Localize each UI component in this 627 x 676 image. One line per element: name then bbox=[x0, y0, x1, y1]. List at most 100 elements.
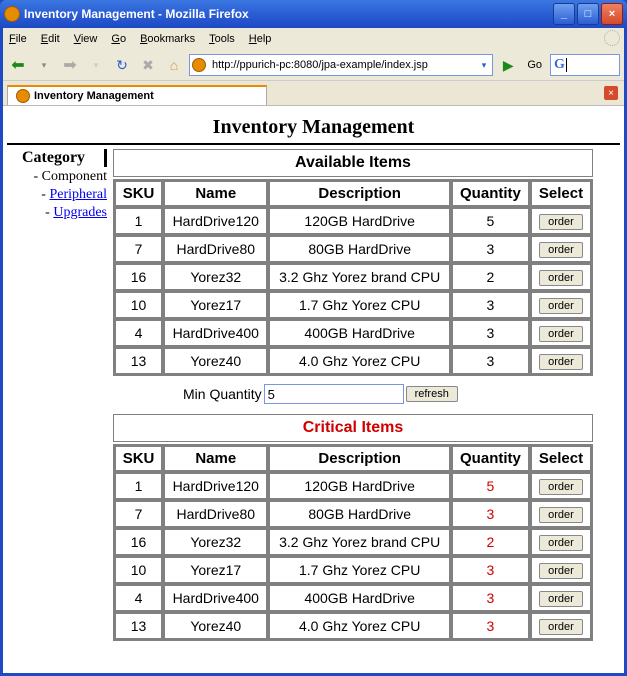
col-name: Name bbox=[164, 446, 267, 471]
maximize-button[interactable]: □ bbox=[577, 3, 599, 25]
order-button[interactable]: order bbox=[539, 214, 583, 230]
order-button[interactable]: order bbox=[539, 479, 583, 495]
stop-button[interactable]: ✖ bbox=[137, 54, 159, 76]
throbber-icon bbox=[604, 30, 620, 46]
cell-qty: 3 bbox=[452, 613, 529, 639]
menubar: File Edit View Go Bookmarks Tools Help bbox=[3, 28, 624, 50]
cell-name: Yorez32 bbox=[164, 264, 267, 290]
table-row: 4HardDrive400400GB HardDrive3order bbox=[115, 585, 591, 611]
url-dropdown[interactable]: ▾ bbox=[478, 60, 491, 71]
cell-select: order bbox=[531, 501, 591, 527]
col-desc: Description bbox=[269, 181, 449, 206]
critical-caption: Critical Items bbox=[113, 414, 593, 442]
available-caption: Available Items bbox=[113, 149, 593, 177]
firefox-icon bbox=[4, 6, 20, 22]
titlebar: Inventory Management - Mozilla Firefox _… bbox=[0, 0, 627, 28]
min-quantity-input[interactable] bbox=[264, 384, 404, 404]
menu-edit[interactable]: Edit bbox=[41, 33, 60, 45]
order-button[interactable]: order bbox=[539, 535, 583, 551]
back-button[interactable]: ⬅ bbox=[7, 54, 29, 76]
table-row: 10Yorez171.7 Ghz Yorez CPU3order bbox=[115, 557, 591, 583]
sidebar-item[interactable]: - Peripheral bbox=[7, 187, 107, 203]
tab-label: Inventory Management bbox=[34, 90, 154, 102]
go-label: Go bbox=[523, 59, 546, 71]
cell-name: HardDrive120 bbox=[164, 208, 267, 234]
table-row: 4HardDrive400400GB HardDrive3order bbox=[115, 320, 591, 346]
menu-help[interactable]: Help bbox=[249, 33, 272, 45]
category-heading: Category bbox=[7, 149, 100, 167]
tab-bar: Inventory Management × bbox=[3, 80, 624, 106]
page-icon bbox=[192, 58, 206, 72]
cell-select: order bbox=[531, 529, 591, 555]
cell-qty: 3 bbox=[452, 501, 529, 527]
reload-button[interactable]: ↻ bbox=[111, 54, 133, 76]
cell-select: order bbox=[531, 320, 591, 346]
order-button[interactable]: order bbox=[539, 591, 583, 607]
tab-close-button[interactable]: × bbox=[604, 86, 618, 100]
cell-name: HardDrive400 bbox=[164, 585, 267, 611]
sidebar-item-label[interactable]: Upgrades bbox=[53, 205, 107, 220]
cell-qty: 3 bbox=[452, 557, 529, 583]
cell-sku: 4 bbox=[115, 585, 162, 611]
order-button[interactable]: order bbox=[539, 326, 583, 342]
order-button[interactable]: order bbox=[539, 507, 583, 523]
cell-name: Yorez40 bbox=[164, 348, 267, 374]
menu-tools[interactable]: Tools bbox=[209, 33, 235, 45]
back-dropdown[interactable]: ▾ bbox=[33, 54, 55, 76]
url-input[interactable] bbox=[210, 58, 478, 72]
cell-desc: 3.2 Ghz Yorez brand CPU bbox=[269, 529, 449, 555]
cell-sku: 13 bbox=[115, 348, 162, 374]
close-button[interactable]: × bbox=[601, 3, 623, 25]
search-box[interactable]: G bbox=[550, 54, 620, 76]
cell-select: order bbox=[531, 236, 591, 262]
col-name: Name bbox=[164, 181, 267, 206]
cell-name: Yorez32 bbox=[164, 529, 267, 555]
tab-inventory-management[interactable]: Inventory Management bbox=[7, 85, 267, 105]
menu-view[interactable]: View bbox=[74, 33, 98, 45]
order-button[interactable]: order bbox=[539, 354, 583, 370]
cell-qty: 5 bbox=[452, 473, 529, 499]
minimize-button[interactable]: _ bbox=[553, 3, 575, 25]
go-button[interactable]: ▶ bbox=[497, 54, 519, 76]
order-button[interactable]: order bbox=[539, 298, 583, 314]
sidebar-item-label[interactable]: Peripheral bbox=[49, 187, 107, 202]
menu-file[interactable]: File bbox=[9, 33, 27, 45]
order-button[interactable]: order bbox=[539, 563, 583, 579]
home-button[interactable]: ⌂ bbox=[163, 54, 185, 76]
cell-name: HardDrive120 bbox=[164, 473, 267, 499]
cell-select: order bbox=[531, 613, 591, 639]
cell-desc: 4.0 Ghz Yorez CPU bbox=[269, 348, 449, 374]
cell-select: order bbox=[531, 348, 591, 374]
url-bar[interactable]: ▾ bbox=[189, 54, 493, 76]
sidebar-item[interactable]: - Upgrades bbox=[7, 205, 107, 221]
col-qty: Quantity bbox=[452, 181, 529, 206]
cell-sku: 7 bbox=[115, 236, 162, 262]
window-title: Inventory Management - Mozilla Firefox bbox=[24, 7, 249, 21]
cell-qty: 3 bbox=[452, 292, 529, 318]
category-sidebar: Category - Component- Peripheral- Upgrad… bbox=[7, 149, 107, 221]
page-title: Inventory Management bbox=[7, 110, 620, 141]
navbar: ⬅ ▾ ➡ ▾ ↻ ✖ ⌂ ▾ ▶ Go G bbox=[3, 50, 624, 80]
menu-bookmarks[interactable]: Bookmarks bbox=[140, 33, 195, 45]
order-button[interactable]: order bbox=[539, 242, 583, 258]
forward-dropdown[interactable]: ▾ bbox=[85, 54, 107, 76]
cell-sku: 10 bbox=[115, 557, 162, 583]
table-row: 13Yorez404.0 Ghz Yorez CPU3order bbox=[115, 613, 591, 639]
order-button[interactable]: order bbox=[539, 270, 583, 286]
google-icon: G bbox=[554, 57, 565, 73]
order-button[interactable]: order bbox=[539, 619, 583, 635]
cell-desc: 3.2 Ghz Yorez brand CPU bbox=[269, 264, 449, 290]
min-quantity-row: Min Quantity refresh bbox=[183, 384, 620, 404]
col-select: Select bbox=[531, 446, 591, 471]
cell-desc: 1.7 Ghz Yorez CPU bbox=[269, 292, 449, 318]
forward-button[interactable]: ➡ bbox=[59, 54, 81, 76]
table-row: 16Yorez323.2 Ghz Yorez brand CPU2order bbox=[115, 529, 591, 555]
col-sku: SKU bbox=[115, 446, 162, 471]
critical-items-table: Critical Items SKU Name Description Quan… bbox=[113, 414, 593, 641]
cell-qty: 3 bbox=[452, 585, 529, 611]
cell-qty: 2 bbox=[452, 529, 529, 555]
menu-go[interactable]: Go bbox=[111, 33, 126, 45]
refresh-button[interactable]: refresh bbox=[406, 386, 458, 402]
cell-desc: 120GB HardDrive bbox=[269, 473, 449, 499]
table-row: 1HardDrive120120GB HardDrive5order bbox=[115, 208, 591, 234]
